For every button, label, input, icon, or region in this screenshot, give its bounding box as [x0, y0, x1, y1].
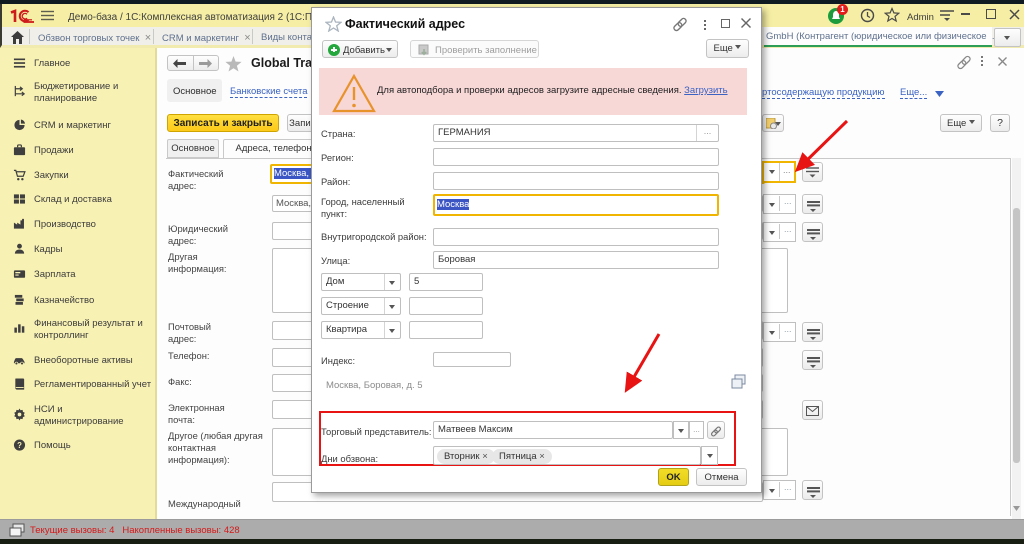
svg-text:?: ? [17, 441, 22, 450]
